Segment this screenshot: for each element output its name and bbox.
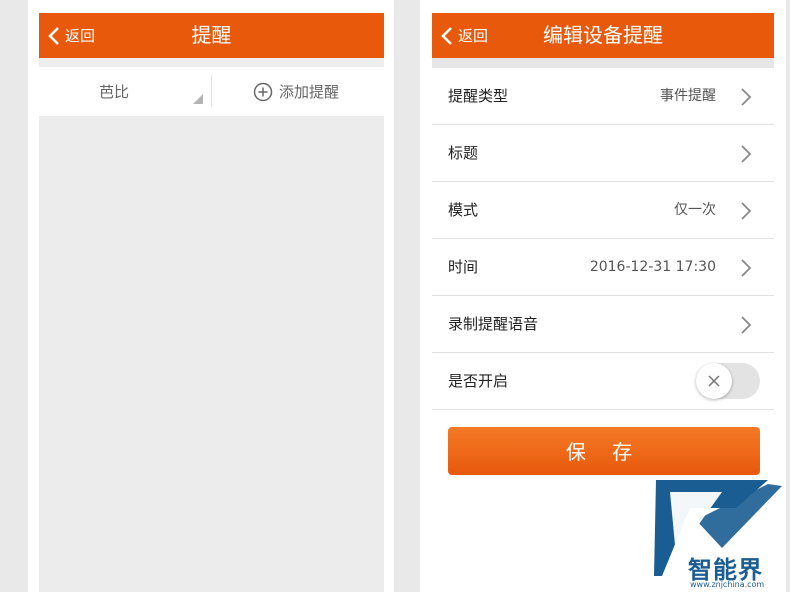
- row-label: 录制提醒语音: [448, 315, 539, 333]
- chevron-right-icon: [741, 202, 752, 220]
- row-label: 是否开启: [448, 372, 509, 390]
- header-divider: [39, 58, 384, 67]
- row-value: 2016-12-31 17:30: [589, 259, 716, 275]
- plus-circle-icon: [253, 82, 273, 101]
- filter-divider: [211, 75, 212, 107]
- title-row[interactable]: 标题: [432, 125, 774, 182]
- time-row[interactable]: 时间 2016-12-31 17:30: [432, 239, 774, 296]
- add-reminder-button[interactable]: 添加提醒: [253, 67, 339, 116]
- toggle-knob: [696, 363, 732, 399]
- watermark-url: www.znjchina.com: [690, 580, 765, 589]
- reminder-list-header: 返回 提醒: [39, 13, 384, 58]
- close-icon: [708, 375, 720, 387]
- chevron-left-icon: [48, 26, 59, 45]
- reminder-settings: 提醒类型 事件提醒 标题 模式 仅一次 时间 2016-12-31 17:30 …: [432, 68, 774, 410]
- filter-bar: 芭比 添加提醒: [39, 67, 384, 116]
- back-label: 返回: [65, 27, 96, 45]
- page-title: 编辑设备提醒: [543, 23, 663, 47]
- row-label: 模式: [448, 201, 479, 219]
- chevron-right-icon: [741, 88, 752, 106]
- back-button[interactable]: 返回: [47, 13, 95, 58]
- chevron-left-icon: [441, 26, 452, 45]
- row-label: 提醒类型: [448, 87, 509, 105]
- edit-reminder-header: 返回 编辑设备提醒: [432, 13, 774, 58]
- back-button[interactable]: 返回: [440, 13, 488, 58]
- device-select[interactable]: 芭比: [39, 67, 211, 116]
- mode-row[interactable]: 模式 仅一次: [432, 182, 774, 239]
- row-label: 时间: [448, 258, 479, 276]
- record-voice-row[interactable]: 录制提醒语音: [432, 296, 774, 353]
- row-value: 事件提醒: [660, 88, 716, 104]
- device-select-label: 芭比: [99, 83, 130, 101]
- reminder-list: [39, 116, 384, 592]
- row-label: 标题: [448, 144, 479, 162]
- chevron-right-icon: [741, 259, 752, 277]
- reminder-list-screen: 返回 提醒 芭比 添加提醒: [28, 0, 394, 592]
- chevron-right-icon: [741, 145, 752, 163]
- reminder-type-row[interactable]: 提醒类型 事件提醒: [432, 68, 774, 125]
- enable-toggle[interactable]: [696, 363, 760, 399]
- chevron-right-icon: [741, 316, 752, 334]
- header-divider: [432, 58, 774, 68]
- dropdown-corner-icon: [193, 94, 203, 104]
- add-reminder-label: 添加提醒: [279, 83, 340, 101]
- row-value: 仅一次: [674, 202, 716, 218]
- watermark-logo: 智能界 www.znjchina.com: [650, 478, 790, 592]
- save-button[interactable]: 保 存: [448, 427, 760, 475]
- back-label: 返回: [458, 27, 489, 45]
- enable-row: 是否开启: [432, 353, 774, 410]
